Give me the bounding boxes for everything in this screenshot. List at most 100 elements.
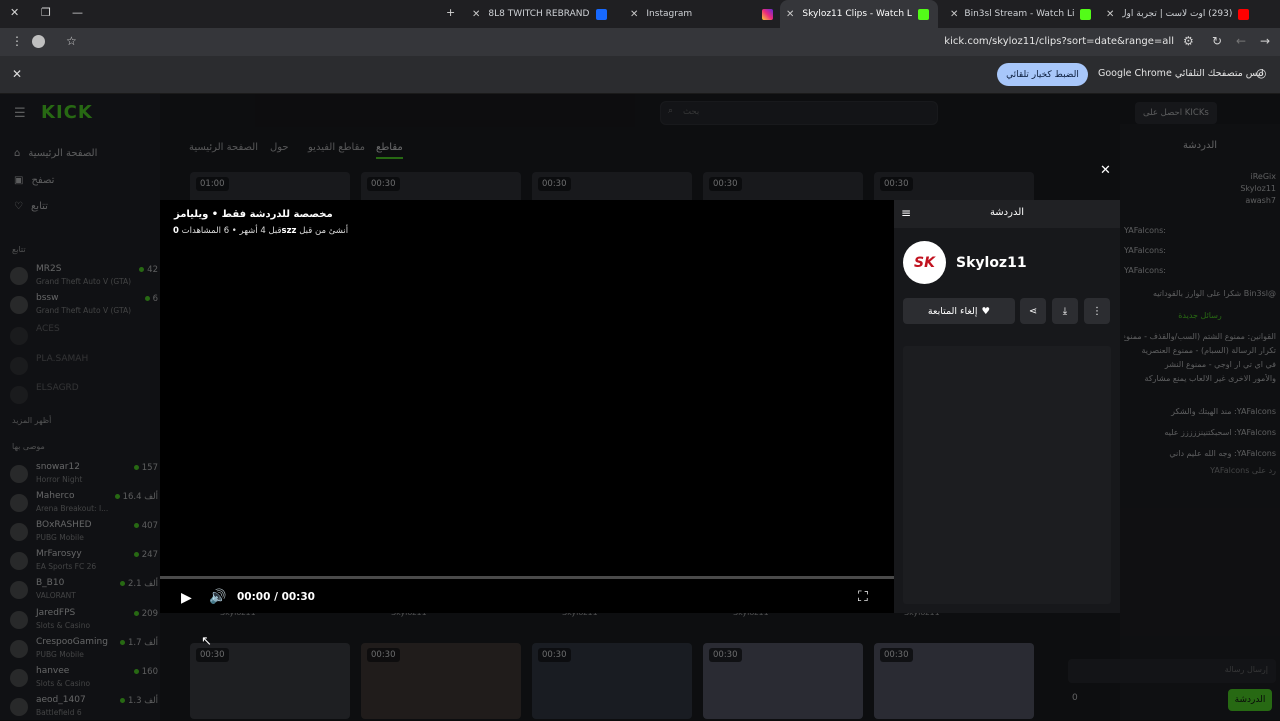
channel-name[interactable]: Skyloz11	[956, 255, 1027, 271]
more-options-button[interactable]: ⋮	[1084, 298, 1110, 324]
hamburger-menu-icon[interactable]: ☰	[14, 106, 26, 121]
avatar	[10, 386, 28, 404]
volume-icon[interactable]: 🔊	[209, 589, 226, 605]
browser-toolbar: ⋮ ☆ kick.com/skyloz11/clips?sort=date&ra…	[0, 28, 1280, 56]
close-window-icon[interactable]: ✕	[10, 6, 19, 19]
avatar	[10, 611, 28, 629]
close-icon[interactable]: ✕	[12, 67, 22, 81]
tab-about[interactable]: حول	[270, 142, 289, 153]
default-browser-infobar: ✕ الضبط كخيار تلقائي Google Chrome ليس م…	[0, 56, 1280, 94]
sidebar-channel[interactable]: snowar12 Horror Night 157	[10, 460, 158, 488]
sidebar-channel[interactable]: BOxRASHED PUBG Mobile 407	[10, 518, 158, 546]
bookmark-star-icon[interactable]: ☆	[66, 34, 77, 48]
clip-video-player[interactable]: مخصصة للدردشة فقط • ويليامز قبل 4 أشهر •…	[160, 200, 894, 613]
restore-window-icon[interactable]: ❐	[41, 6, 51, 19]
tab-title: (293) أوت لاست | تجربة اول ساعة	[1122, 9, 1233, 19]
progress-bar[interactable]	[160, 576, 894, 579]
share-icon: ⋖	[1028, 305, 1038, 317]
back-icon[interactable]: →	[1260, 34, 1270, 48]
avatar	[10, 552, 28, 570]
avatar	[10, 296, 28, 314]
tab-close-icon[interactable]: ✕	[950, 9, 958, 20]
clip-thumbnail[interactable]: 00:30	[190, 643, 350, 719]
sidebar-channel[interactable]: PLA.SAMAH	[10, 352, 158, 380]
kick-logo[interactable]: KICK	[41, 102, 93, 123]
sidebar-channel[interactable]: ELSAGRD	[10, 381, 158, 409]
get-kicks-button[interactable]: احصل على KICKs	[1135, 102, 1217, 124]
tab-title: Skyloz11 Clips - Watch Live on	[802, 9, 912, 19]
clip-thumbnail[interactable]: 00:30	[703, 643, 863, 719]
tab-instagram[interactable]: ✕ Instagram	[624, 0, 774, 28]
infobar-message: Google Chrome ليس متصفحك التلقائي	[1098, 68, 1264, 79]
tab-behance[interactable]: ✕ 8L8 TWITCH REBRAND - Visual	[466, 0, 614, 28]
nav-home[interactable]: ⌂ الصفحة الرئيسية	[14, 148, 97, 159]
avatar	[10, 581, 28, 599]
clip-thumbnail[interactable]: 00:30	[874, 643, 1034, 719]
chat-message-input[interactable]: إرسال رسالة	[1068, 659, 1276, 683]
kebab-menu-icon: ⋮	[1092, 305, 1102, 317]
tab-bin3sl-stream[interactable]: ✕ Bin3sl Stream - Watch Live on	[944, 0, 1094, 28]
tab-close-icon[interactable]: ✕	[1106, 9, 1114, 20]
new-tab-button[interactable]: +	[446, 6, 455, 19]
minimize-window-icon[interactable]: —	[72, 6, 83, 19]
heart-icon: ♥	[981, 305, 991, 317]
panel-title: الدردشة	[989, 207, 1025, 218]
tab-title: Instagram	[646, 9, 693, 19]
sidebar-channel[interactable]: MR2S Grand Theft Auto V (GTA) 42	[10, 262, 158, 290]
search-input[interactable]: ⌕ بحث	[660, 101, 938, 125]
send-chat-button[interactable]: الدردشة	[1228, 689, 1272, 711]
forward-icon[interactable]: ←	[1236, 34, 1246, 48]
reload-icon[interactable]: ↻	[1212, 34, 1222, 48]
recommended-heading: موصى بها	[12, 442, 45, 451]
tab-skyloz11-clips[interactable]: ✕ Skyloz11 Clips - Watch Live on	[780, 0, 938, 28]
clip-thumbnail[interactable]: 00:30	[361, 643, 521, 719]
tab-videos[interactable]: مقاطع الفيديو	[308, 142, 365, 153]
profile-avatar[interactable]	[32, 35, 45, 48]
sidebar-channel[interactable]: JaredFPS Slots & Casino 209	[10, 606, 158, 634]
sidebar-channel[interactable]: Maherco Arena Breakout: I... 16.4 ألف	[10, 489, 158, 517]
set-default-button[interactable]: الضبط كخيار تلقائي	[997, 63, 1088, 86]
avatar	[10, 327, 28, 345]
avatar	[10, 640, 28, 658]
unfollow-button[interactable]: إلغاء المتابعة ♥	[903, 298, 1015, 324]
sidebar-channel[interactable]: MrFarosyy EA Sports FC 26 247	[10, 547, 158, 575]
close-modal-icon[interactable]: ✕	[1100, 163, 1111, 178]
browse-icon: ▣	[14, 175, 24, 186]
tab-home[interactable]: الصفحة الرئيسية	[189, 142, 258, 153]
sidebar-channel[interactable]: bssw Grand Theft Auto V (GTA) 6	[10, 291, 158, 319]
sidebar-channel[interactable]: CrespooGaming PUBG Mobile 1.7 ألف	[10, 635, 158, 663]
channel-avatar[interactable]: SK	[903, 241, 946, 284]
sidebar-channel[interactable]: B_B10 VALORANT 2.1 ألف	[10, 576, 158, 604]
kick-icon	[1080, 8, 1092, 20]
tab-close-icon[interactable]: ✕	[630, 9, 638, 20]
tab-clips[interactable]: مقاطع	[376, 142, 403, 159]
play-icon[interactable]: ▶	[181, 590, 192, 606]
fullscreen-icon[interactable]: ⛶	[858, 589, 868, 605]
tab-youtube[interactable]: ✕ (293) أوت لاست | تجربة اول ساعة	[1100, 0, 1256, 28]
kick-icon	[918, 8, 930, 20]
nav-following[interactable]: ♡ تتابع	[14, 201, 48, 212]
kicks-count: 0	[1072, 693, 1078, 703]
kebab-menu-icon[interactable]: ⋮	[11, 34, 23, 48]
sidebar-channel[interactable]: ACES	[10, 322, 158, 350]
clip-meta: قبل 4 أشهر • 6 المشاهدات 0szz أنشئ من قب…	[173, 226, 349, 236]
sidebar-channel[interactable]: aeod_1407 Battlefield 6 1.3 ألف	[10, 693, 158, 721]
show-more-link[interactable]: أظهر المزيد	[12, 416, 51, 425]
stream-chat: الدردشة iReGix Skyloz11 awash7 YAFalcons…	[1068, 124, 1280, 720]
kick-top-nav: ⌕ بحث احصل على KICKs	[160, 94, 1280, 134]
download-button[interactable]: ⤓	[1052, 298, 1078, 324]
download-icon: ⤓	[1062, 305, 1068, 317]
share-button[interactable]: ⋖	[1020, 298, 1046, 324]
browser-tab-strip: ✕ ❐ — + ✕ 8L8 TWITCH REBRAND - Visual ✕ …	[0, 0, 1280, 28]
nav-browse[interactable]: ▣ تصفح	[14, 175, 54, 186]
tab-close-icon[interactable]: ✕	[472, 9, 480, 20]
sidebar-channel[interactable]: hanvee Slots & Casino 160	[10, 664, 158, 692]
tab-close-icon[interactable]: ✕	[786, 9, 794, 20]
tab-title: 8L8 TWITCH REBRAND - Visual	[488, 9, 592, 19]
site-settings-icon[interactable]: ⚙	[1183, 34, 1194, 48]
address-bar[interactable]: kick.com/skyloz11/clips?sort=date&range=…	[944, 36, 1174, 47]
avatar	[10, 494, 28, 512]
mouse-cursor-icon: ↖	[201, 634, 212, 649]
clip-thumbnail[interactable]: 00:30	[532, 643, 692, 719]
clip-title: مخصصة للدردشة فقط • ويليامز	[174, 209, 333, 220]
